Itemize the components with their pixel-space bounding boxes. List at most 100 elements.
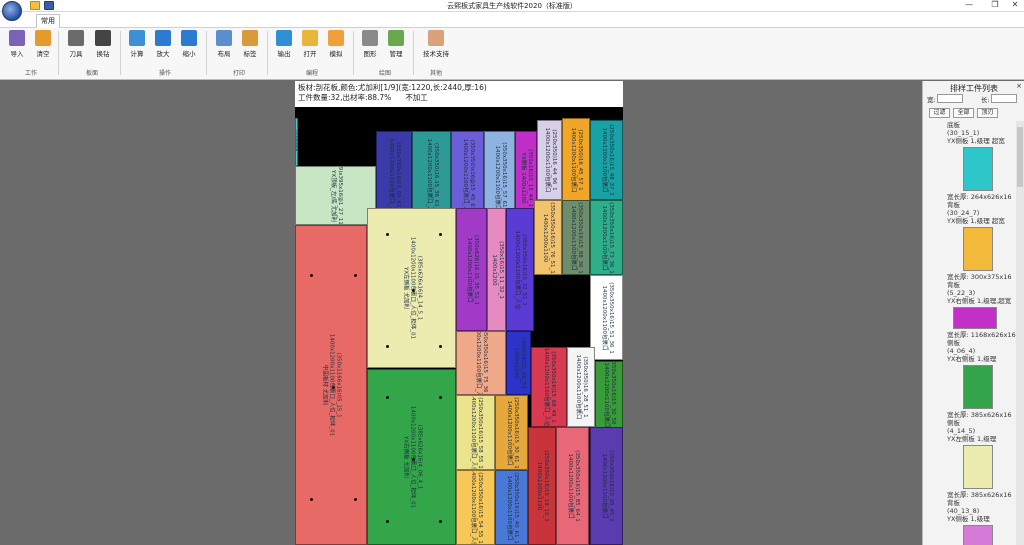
manage-button[interactable]: 管理	[383, 30, 409, 58]
board-piece[interactable]: (385x626x16)4_06_4_1 1400x1200x1100包裹口_人位…	[367, 369, 456, 545]
folder-icon	[302, 30, 318, 46]
export-icon	[276, 30, 292, 46]
board-piece[interactable]: (250x350)16_45_57_1 1400x1200x1100包裹口	[562, 118, 590, 201]
zoom-in-icon	[155, 30, 171, 46]
board-piece[interactable]: (350x16)15_60_51 1400x1200	[506, 331, 531, 395]
nesting-board[interactable]: 1600x395x16YX左侧板 (29)x395x16@1_27_11_1YX顶…	[295, 107, 623, 545]
restore-button[interactable]: ❐	[988, 0, 1002, 11]
parts-list-panel: 排样工件列表 × 宽: 长: 过滤 全部 顶刃 底板 (30_15_1) YX侧板 …	[922, 81, 1024, 545]
open-button[interactable]: 打开	[297, 30, 323, 58]
tools-button[interactable]: 刀具	[63, 30, 89, 58]
simulate-button[interactable]: 模拟	[323, 30, 349, 58]
panel-close-icon[interactable]: ×	[1016, 82, 1022, 90]
group-label-draw: 绘图	[378, 70, 391, 77]
piece-label: (350x1166x16)05_15_1 1400x1200x1100包裹口_人位…	[321, 333, 342, 437]
support-button[interactable]: 技术支持	[420, 30, 452, 58]
board-piece[interactable]: (350x350x16)15_32_51_1 1400x1200x1100包裹口_…	[506, 208, 534, 331]
part-desc: YX侧板 1,级理	[947, 515, 990, 523]
board-piece[interactable]: (29)x395x16@1_27_11_1 YX顶板_左/底 尤加利	[295, 166, 376, 225]
board-piece[interactable]: (350x350x16)15_75_36_1 1400x1200x1100包裹口_…	[456, 331, 506, 395]
part-preview[interactable]	[963, 227, 993, 271]
part-size: 宽长厚: 264x626x16	[947, 193, 1012, 201]
part-size: 宽长厚: 1168x626x16	[947, 331, 1016, 339]
board-piece[interactable]: (250x350x16)15_40_61_1 1400x1200x1100包裹口	[495, 470, 528, 545]
board-piece[interactable]: (250x350x16)15_58_55_1 1400x1200x1100包裹口_…	[456, 395, 495, 470]
board-piece[interactable]: (250x350x16)15_19_15_1 1400x1200x1100	[528, 427, 556, 545]
board-piece[interactable]: (350x350x16)15_68_49_1 1400x1200x1100包裹口_…	[531, 347, 567, 427]
drill-hole-icon	[439, 233, 442, 236]
board-piece[interactable]: (350x350)16_28_51_1 1400x1200x1100包裹口	[567, 347, 595, 427]
board-piece[interactable]: (350x350x16)15_76_51_1 1400x1200x1100	[534, 200, 562, 275]
part-code: (40_13_8)	[947, 507, 980, 515]
part-code: (4_06_4)	[947, 347, 976, 355]
minimize-button[interactable]: —	[962, 0, 976, 11]
board-piece[interactable]: (385x626x16)4_14_5_1 1400x1200x1100包裹口_人位…	[367, 208, 456, 368]
filter-button[interactable]: 过滤	[929, 108, 950, 118]
board-piece[interactable]: (350x16)15_11_32_1 1400x1200	[487, 208, 506, 331]
board-piece[interactable]: 1600x395x16YX左侧板	[295, 118, 298, 166]
app-logo-icon[interactable]	[2, 1, 22, 21]
length-input[interactable]	[991, 94, 1017, 103]
drill-hole-icon	[439, 520, 442, 523]
board-piece[interactable]: (350x350x16)15_88_36_1 1400x1200x1100包裹口	[562, 200, 590, 275]
scrollbar-thumb[interactable]	[1017, 127, 1023, 187]
board-piece[interactable]: (350x1166x16)05_15_1 1400x1200x1100包裹口_人位…	[295, 225, 367, 545]
parts-list-scrollbar[interactable]	[1016, 121, 1024, 545]
graph-icon	[362, 30, 378, 46]
piece-label: (385x626x16)4_06_4_1 1400x1200x1100包裹口_人位…	[402, 405, 422, 509]
board-piece[interactable]: (350x350x16)15_30_50_1 1400x1200x1100包裹口	[595, 361, 623, 428]
label-button[interactable]: 标签	[237, 30, 263, 58]
clear-button[interactable]: 清空	[30, 30, 56, 58]
part-desc: YX侧板 1,级理 超宽	[947, 217, 1005, 225]
top-blade-button[interactable]: 顶刃	[977, 108, 998, 118]
export-button[interactable]: 输出	[271, 30, 297, 58]
drill-hole-icon	[354, 274, 357, 277]
board-piece[interactable]: (350x626)16.15_35_51_1 1400x1200x1100包裹口	[456, 208, 487, 331]
board-piece[interactable]: (350x350x16)15_73_36_1 1400x1200x1100包裹口	[590, 200, 623, 275]
width-input[interactable]	[937, 94, 963, 103]
part-desc: YX左侧板 1,级理	[947, 435, 997, 443]
part-name: 背板	[947, 281, 960, 289]
width-label: 宽:	[927, 96, 936, 104]
part-preview[interactable]	[953, 307, 997, 329]
layout-icon	[216, 30, 232, 46]
part-code: (4_14_5)	[947, 427, 976, 435]
drill-hole-icon	[310, 498, 313, 501]
graph-button[interactable]: 图形	[357, 30, 383, 58]
group-label-program: 编程	[305, 70, 318, 77]
board-stats: 工件数量:32,出材率:88.7%	[298, 93, 392, 102]
import-icon	[9, 30, 25, 46]
parts-list[interactable]: 底板 (30_15_1) YX侧板 1,级理 超宽 宽长厚: 264x626x16 背板…	[923, 121, 1017, 545]
part-name: 侧板	[947, 339, 960, 347]
board-piece[interactable]: (250x350x16)15_30_61_1 1400x1200x1100包裹口	[495, 395, 528, 470]
layout-button[interactable]: 布局	[211, 30, 237, 58]
part-preview[interactable]	[963, 365, 993, 409]
board-piece[interactable]: (250x350x16)15_48_37_1 1400x1200x1100包裹口	[590, 120, 623, 200]
board-info: 板材:剖花板,颜色:尤加利[1/9](宽:1220,长:2440,厚:16) 工…	[295, 81, 623, 107]
window-title: 云熙板式家具生产线软件2020（标准版）	[447, 2, 577, 10]
board-piece[interactable]: (350x350x16)15_95_45_1 1400x1200x1100包裹口	[590, 427, 623, 545]
import-button[interactable]: 导入	[4, 30, 30, 58]
board-piece[interactable]: (250x350)16_44_96_1 1400x1200x1100包裹口	[537, 120, 562, 200]
ribbon-separator	[58, 31, 59, 75]
close-button[interactable]: ✕	[1008, 0, 1022, 11]
piece-label: (350x16)15_60_51 1400x1200	[512, 337, 526, 389]
zoom-out-button[interactable]: 缩小	[176, 30, 202, 58]
part-preview[interactable]	[963, 147, 993, 191]
group-label-operate: 操作	[158, 70, 171, 77]
change-drill-button[interactable]: 换钻	[90, 30, 116, 58]
ribbon-separator	[120, 31, 121, 75]
piece-label: (350x350x16)15_76_51_1 1400x1200x1100	[542, 201, 555, 274]
board-piece[interactable]: (250x350x16)15_54_55_1 1400x1200x1100包裹口_…	[456, 470, 495, 545]
part-preview[interactable]	[963, 525, 993, 545]
board-piece[interactable]: (350x350x16)15_85_64_1 1400x1200x1100包裹口	[556, 427, 589, 545]
all-button[interactable]: 全部	[953, 108, 974, 118]
zoom-in-button[interactable]: 放大	[150, 30, 176, 58]
part-preview[interactable]	[963, 445, 993, 489]
part-name: 背板	[947, 499, 960, 507]
tab-common[interactable]: 常用	[36, 14, 60, 28]
drill-hole-icon	[354, 498, 357, 501]
part-code: (5_22_3)	[947, 289, 976, 297]
calculate-button[interactable]: 计算	[124, 30, 150, 58]
piece-label: (350x350x16)15_68_49_1 1400x1200x1100包裹口_…	[543, 347, 556, 427]
